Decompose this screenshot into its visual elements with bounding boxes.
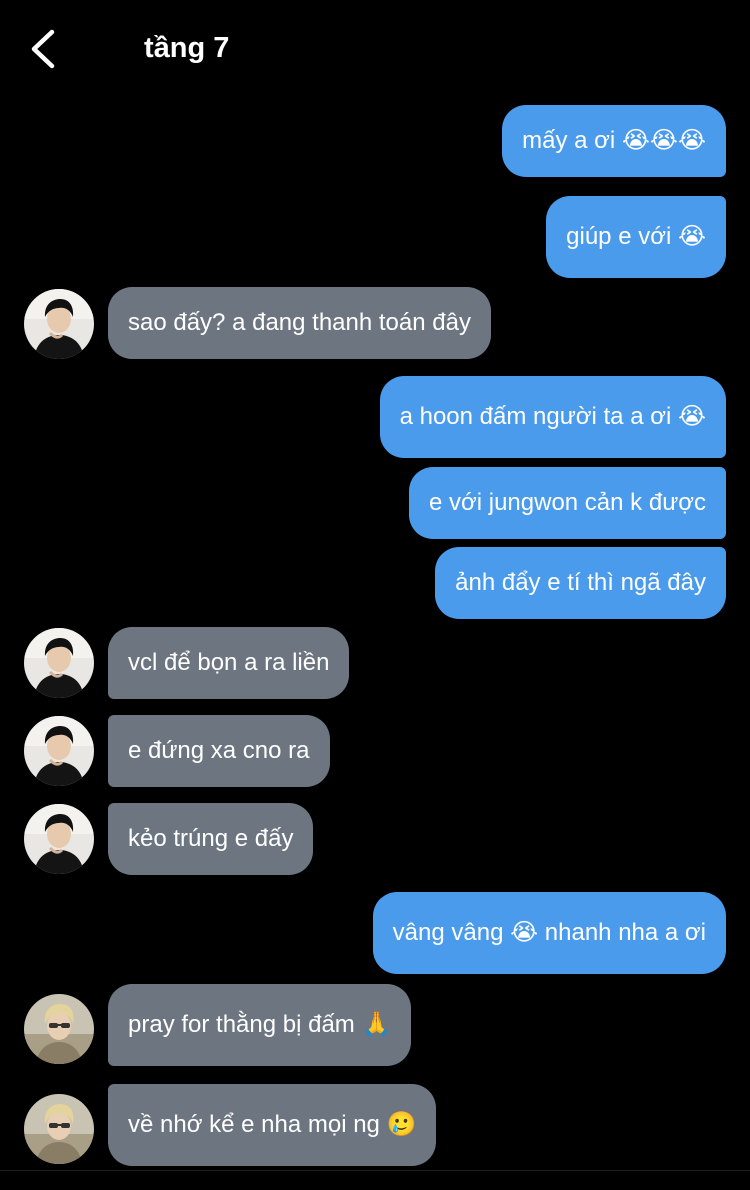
avatar[interactable]	[24, 628, 94, 698]
avatar-blond-hair-image	[24, 1094, 94, 1164]
message-bubble-received[interactable]: sao đấy? a đang thanh toán đây	[108, 287, 491, 359]
chat-header: tầng 7	[0, 0, 750, 96]
chat-title: tầng 7	[144, 32, 230, 64]
message-bubble-received[interactable]: kẻo trúng e đấy	[108, 803, 314, 875]
avatar[interactable]	[24, 1094, 94, 1164]
message-bubble-sent[interactable]: ảnh đẩy e tí thì ngã đây	[435, 547, 726, 619]
message-text: e với jungwon cản k được	[428, 489, 706, 516]
message-bubble-received[interactable]: pray for thằng bị đấm 🙏	[108, 984, 412, 1066]
message-bubble-received[interactable]: vcl để bọn a ra liền	[108, 627, 350, 699]
message-text: vcl để bọn a ra liền	[128, 649, 330, 676]
avatar[interactable]	[24, 716, 94, 786]
message-bubble-received[interactable]: e đứng xa cno ra	[108, 715, 330, 787]
message-text: kẻo trúng e đấy	[128, 825, 294, 852]
avatar-dark-hair-image	[24, 628, 94, 698]
chevron-left-icon	[31, 29, 55, 69]
avatar-dark-hair-image	[24, 716, 94, 786]
message-text: a hoon đấm người ta a ơi 😭	[399, 403, 706, 430]
message-text: sao đấy? a đang thanh toán đây	[128, 309, 471, 336]
message-text: giúp e với 😭	[566, 223, 706, 250]
divider	[0, 1170, 750, 1171]
avatar[interactable]	[24, 994, 94, 1064]
avatar-blond-hair-image	[24, 994, 94, 1064]
avatar[interactable]	[24, 289, 94, 359]
message-text: e đứng xa cno ra	[128, 737, 310, 764]
message-text: pray for thằng bị đấm 🙏	[128, 1011, 392, 1038]
message-bubble-received[interactable]: về nhớ kể e nha mọi ng 🥲	[108, 1084, 437, 1166]
message-bubble-sent[interactable]: mấy a ơi 😭😭😭	[502, 105, 726, 177]
message-bubble-sent[interactable]: giúp e với 😭	[546, 196, 726, 278]
message-bubble-sent[interactable]: a hoon đấm người ta a ơi 😭	[379, 376, 726, 458]
message-bubble-sent[interactable]: vâng vâng 😭 nhanh nha a ơi	[372, 892, 726, 974]
avatar[interactable]	[24, 804, 94, 874]
message-text: ảnh đẩy e tí thì ngã đây	[455, 569, 706, 596]
avatar-dark-hair-image	[24, 289, 94, 359]
message-text: về nhớ kể e nha mọi ng 🥲	[128, 1111, 417, 1138]
message-bubble-sent[interactable]: e với jungwon cản k được	[408, 467, 726, 539]
back-button[interactable]	[22, 26, 68, 72]
message-text: mấy a ơi 😭😭😭	[522, 127, 706, 154]
message-text: vâng vâng 😭 nhanh nha a ơi	[392, 919, 706, 946]
avatar-dark-hair-image	[24, 804, 94, 874]
